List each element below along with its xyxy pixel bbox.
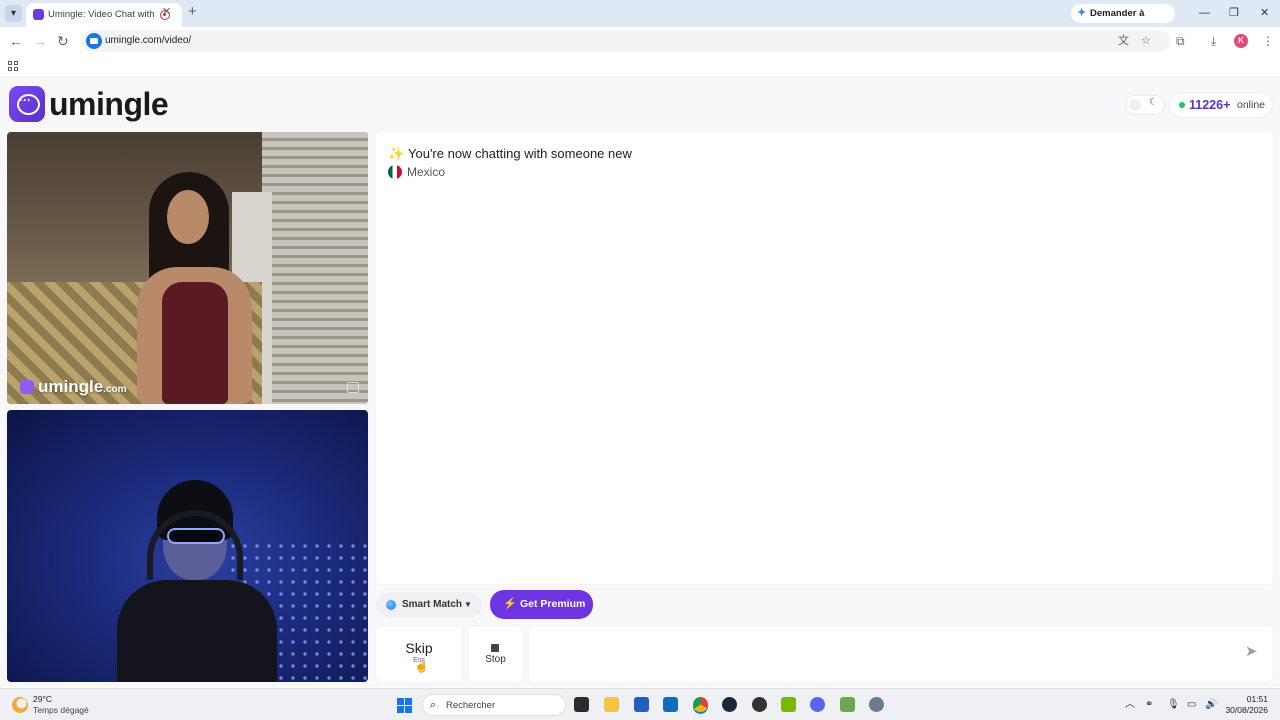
browser-tab-bar: ▾ Umingle: Video Chat with Strangers ✕ +… <box>0 0 1280 38</box>
back-arrow-icon[interactable]: ← <box>9 33 23 49</box>
minimize-button[interactable]: — <box>1199 5 1210 21</box>
skip-button[interactable]: Skip Esc ☝ <box>376 626 462 682</box>
new-tab-button[interactable]: + <box>188 4 197 20</box>
sparkle-icon: ✨ <box>388 146 405 161</box>
umingle-watermark: umingle.com <box>20 377 127 400</box>
bookmark-star-icon[interactable]: ☆ <box>1141 34 1151 48</box>
tab-title: Umingle: Video Chat with Strangers <box>48 9 156 20</box>
smart-match-dropdown[interactable]: Smart Match ▼ <box>376 592 482 618</box>
stop-button[interactable]: Stop <box>468 626 523 682</box>
microphone-icon[interactable]: 🎙 <box>1167 698 1180 712</box>
windows-taskbar: 29°C Temps dégagé ⌕ Rechercher ︿ ⚭ 🎙 ▭ 🔊… <box>0 688 1280 720</box>
store-icon[interactable] <box>634 697 649 712</box>
download-icon[interactable]: ⤓ <box>1211 34 1216 48</box>
weather-moon-icon[interactable] <box>12 697 28 713</box>
logo-text: umingle <box>49 86 169 122</box>
window-blinds <box>262 132 368 404</box>
stop-icon <box>491 644 499 652</box>
online-status-dot-icon <box>1179 102 1185 108</box>
close-window-button[interactable]: ✕ <box>1260 5 1269 21</box>
volume-icon[interactable]: 🔊 <box>1205 698 1217 712</box>
bolt-icon: ⚡ <box>503 598 517 610</box>
apps-grid-icon[interactable] <box>8 61 18 71</box>
online-count: 11226+ <box>1189 98 1231 112</box>
caret-down-icon: ▼ <box>464 600 472 609</box>
file-explorer-icon[interactable] <box>604 697 619 712</box>
get-premium-button[interactable]: ⚡ Get Premium <box>490 590 593 619</box>
obs-icon[interactable] <box>752 697 767 712</box>
gemini-sparkle-icon: ✦ <box>1077 7 1087 19</box>
display-icon[interactable]: ▭ <box>1187 698 1196 712</box>
mexico-flag-icon <box>388 165 402 179</box>
profile-avatar[interactable]: K <box>1234 34 1248 48</box>
chat-bubble-logo-icon <box>9 86 45 122</box>
network-icon[interactable]: ⚭ <box>1145 698 1153 712</box>
globe-icon <box>386 600 396 610</box>
ask-gemini-button[interactable]: ✦ Demander à Gemini <box>1071 4 1175 38</box>
search-icon: ⌕ <box>430 699 437 711</box>
stop-label: Stop <box>485 654 506 665</box>
smart-match-label: Smart Match <box>402 599 463 610</box>
watermark-main: umingle <box>38 377 104 396</box>
url-text[interactable]: umingle.com/video/ <box>105 34 191 48</box>
hand-cursor-icon: ☝ <box>414 659 429 673</box>
taskbar-search[interactable]: ⌕ Rechercher <box>422 694 566 716</box>
clock-date[interactable]: 30/08/2026 <box>1220 705 1268 716</box>
stranger-person <box>137 172 257 404</box>
toggle-knob <box>1129 99 1141 111</box>
translate-icon[interactable]: 文 <box>1118 34 1129 48</box>
settings-gear-icon[interactable] <box>869 697 884 712</box>
stranger-video: umingle.com <box>7 132 368 404</box>
message-input[interactable] <box>537 636 1227 672</box>
discord-icon[interactable] <box>810 697 825 712</box>
umingle-page: umingle ☾ 11226+ online umingle.com <box>0 79 1280 687</box>
reload-icon[interactable]: ↻ <box>57 33 69 49</box>
tab-search-menu-icon[interactable]: ▾ <box>5 5 22 22</box>
dark-mode-toggle[interactable]: ☾ <box>1126 96 1164 114</box>
moon-icon: ☾ <box>1149 97 1158 108</box>
nvidia-icon[interactable] <box>781 697 796 712</box>
weather-description[interactable]: Temps dégagé <box>33 705 89 716</box>
online-counter: 11226+ online <box>1170 93 1272 117</box>
umingle-logo[interactable]: umingle <box>9 86 179 124</box>
watermark-suffix: .com <box>103 384 127 395</box>
chat-panel: ✨ You're now chatting with someone new M… <box>376 132 1273 584</box>
browser-menu-icon[interactable]: ⋮ <box>1262 34 1274 48</box>
address-bar[interactable]: umingle.com/video/ 文 ☆ <box>82 30 1170 52</box>
extensions-icon[interactable]: ⧉ <box>1176 34 1185 48</box>
self-video <box>7 410 368 682</box>
browser-tab-umingle[interactable]: Umingle: Video Chat with Strangers <box>26 3 182 27</box>
stranger-country: Mexico <box>407 165 446 179</box>
tray-chevron-up-icon[interactable]: ︿ <box>1125 698 1135 712</box>
outlook-icon[interactable] <box>663 697 678 712</box>
premium-label: Get Premium <box>520 598 586 610</box>
bluestacks-icon[interactable] <box>840 697 855 712</box>
site-info-icon[interactable] <box>86 33 102 49</box>
send-icon[interactable]: ➤ <box>1245 643 1258 661</box>
online-label: online <box>1237 99 1266 111</box>
report-flag-icon[interactable] <box>347 382 359 393</box>
chat-status-message: You're now chatting with someone new <box>408 146 632 161</box>
forward-arrow-icon[interactable]: → <box>33 33 47 49</box>
maximize-button[interactable]: ❐ <box>1229 5 1239 21</box>
browser-toolbar: ← → ↻ umingle.com/video/ 文 ☆ ⧉ ⤓ K ⋮ <box>0 27 1280 56</box>
message-composer: ➤ <box>529 626 1273 682</box>
self-person <box>117 480 277 682</box>
task-view-icon[interactable] <box>574 697 589 712</box>
chrome-icon[interactable] <box>693 697 708 712</box>
search-label: Rechercher <box>446 700 496 711</box>
skip-label: Skip <box>405 640 433 656</box>
clock-time[interactable]: 01:51 <box>1228 694 1268 705</box>
weather-temperature[interactable]: 29°C <box>33 694 52 705</box>
steam-icon[interactable] <box>722 697 737 712</box>
bookmarks-bar <box>0 56 1280 78</box>
windows-start-icon[interactable] <box>397 698 412 713</box>
umingle-favicon-icon <box>33 9 44 20</box>
tab-close-icon[interactable]: ✕ <box>162 5 171 19</box>
